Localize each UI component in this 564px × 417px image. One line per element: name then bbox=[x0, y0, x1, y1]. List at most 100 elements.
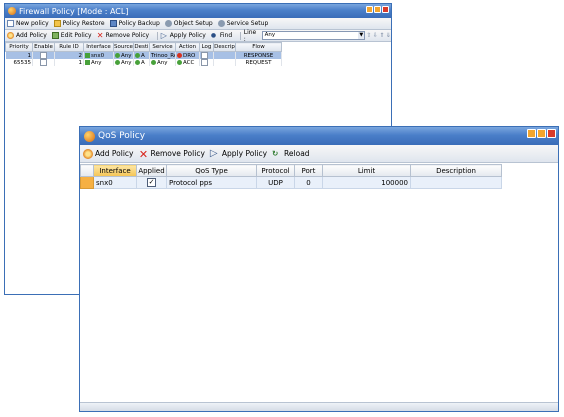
app-icon bbox=[84, 130, 95, 142]
qos-apply-policy-button[interactable]: ▷ Apply Policy bbox=[210, 148, 267, 159]
fw-remove-policy-button[interactable]: ✕ Remove Policy bbox=[97, 32, 149, 40]
log-checkbox[interactable] bbox=[201, 52, 208, 59]
find-button[interactable]: ● Find bbox=[211, 32, 232, 39]
accept-icon bbox=[177, 59, 182, 65]
table-row[interactable]: snx0 ✓ Protocol pps UDP 0 100000 bbox=[80, 176, 502, 189]
object-icon bbox=[164, 20, 172, 27]
new-page-icon bbox=[7, 20, 14, 27]
close-button[interactable] bbox=[547, 129, 556, 138]
status-bar bbox=[80, 402, 558, 411]
interface-cell: Any bbox=[83, 59, 114, 66]
service-setup-button[interactable]: Service Setup bbox=[217, 20, 268, 27]
protocol-cell[interactable]: UDP bbox=[256, 176, 295, 189]
action-cell: ACC bbox=[175, 59, 200, 66]
maximize-button[interactable] bbox=[374, 6, 381, 13]
line-dropdown[interactable]: Any ▼ bbox=[261, 31, 366, 40]
edit-icon bbox=[51, 32, 59, 39]
col-interface[interactable]: Interface bbox=[83, 42, 114, 52]
firewall-policy-table: Priority Enable Rule ID Interface Source… bbox=[5, 42, 282, 66]
dest-cell: A bbox=[133, 59, 150, 66]
fw-edit-policy-button[interactable]: Edit Policy bbox=[51, 32, 92, 39]
folder-icon bbox=[53, 20, 61, 27]
col-limit[interactable]: Limit bbox=[322, 164, 411, 177]
col-log[interactable]: Log bbox=[199, 42, 214, 52]
enable-cell bbox=[32, 59, 55, 66]
firewall-toolbar-bottom: Add Policy Edit Policy ✕ Remove Policy ▷ A… bbox=[5, 29, 391, 43]
move-bottom-icon[interactable]: ⇓ bbox=[386, 32, 391, 40]
service-icon bbox=[217, 20, 225, 27]
qos-policy-window: QoS Policy Add Policy ✕ Remove Policy ▷ Ap… bbox=[79, 126, 559, 412]
firewall-table-header: Priority Enable Rule ID Interface Source… bbox=[5, 42, 282, 52]
interface-cell: snx0 bbox=[83, 51, 114, 59]
table-row[interactable]: 65535 1 Any Any A Any ACC REQUEST bbox=[5, 59, 282, 66]
enable-checkbox[interactable] bbox=[40, 52, 47, 59]
col-enable[interactable]: Enable bbox=[32, 42, 55, 52]
description-cell[interactable] bbox=[410, 176, 502, 189]
close-button[interactable] bbox=[382, 6, 389, 13]
object-icon bbox=[151, 59, 156, 65]
col-interface[interactable]: Interface bbox=[93, 164, 137, 177]
description-cell bbox=[213, 51, 236, 59]
rule-id-cell: 1 bbox=[54, 59, 84, 66]
qos-type-cell[interactable]: Protocol pps bbox=[166, 176, 257, 189]
action-cell: DRO bbox=[175, 51, 200, 59]
drop-icon bbox=[177, 52, 182, 58]
col-protocol[interactable]: Protocol bbox=[256, 164, 295, 177]
log-checkbox[interactable] bbox=[201, 59, 208, 66]
minimize-button[interactable] bbox=[366, 6, 373, 13]
qos-remove-policy-button[interactable]: ✕ Remove Policy bbox=[138, 147, 205, 161]
limit-cell[interactable]: 100000 bbox=[322, 176, 411, 189]
service-cell: Trinoo_Re bbox=[149, 51, 176, 59]
row-selector[interactable] bbox=[80, 176, 94, 189]
object-setup-button[interactable]: Object Setup bbox=[164, 20, 213, 27]
toolbar-separator bbox=[157, 31, 158, 40]
fw-apply-policy-button[interactable]: ▷ Apply Policy bbox=[161, 32, 206, 40]
rule-id-cell: 2 bbox=[54, 51, 84, 59]
move-down-icon[interactable]: ⇩ bbox=[373, 32, 378, 40]
new-policy-button[interactable]: New policy bbox=[7, 20, 49, 27]
col-description[interactable]: Description bbox=[410, 164, 502, 177]
line-selector: Line : Any ▼ bbox=[244, 29, 366, 43]
qos-window-title: QoS Policy bbox=[98, 131, 146, 141]
flow-cell: RESPONSE bbox=[235, 51, 282, 59]
chevron-down-icon: ▼ bbox=[358, 32, 365, 39]
enable-checkbox[interactable] bbox=[40, 59, 47, 66]
reload-icon: ↻ bbox=[272, 148, 279, 158]
line-label: Line : bbox=[243, 28, 257, 43]
qos-add-policy-button[interactable]: Add Policy bbox=[83, 148, 133, 159]
col-action[interactable]: Action bbox=[175, 42, 200, 52]
move-top-icon[interactable]: ⇑ bbox=[379, 32, 384, 40]
col-rule-id[interactable]: Rule ID bbox=[54, 42, 84, 52]
col-destination[interactable]: Desti bbox=[133, 42, 150, 52]
col-priority[interactable]: Priority bbox=[5, 42, 33, 52]
fw-add-policy-button[interactable]: Add Policy bbox=[7, 32, 47, 39]
qos-reload-button[interactable]: ↻ Reload bbox=[272, 149, 310, 159]
source-cell: Any bbox=[113, 51, 134, 59]
interface-cell[interactable]: snx0 bbox=[93, 176, 137, 189]
col-description[interactable]: Descrip bbox=[213, 42, 236, 52]
firewall-titlebar[interactable]: Firewall Policy [Mode : ACL] bbox=[5, 4, 391, 18]
priority-cell: 65535 bbox=[5, 59, 33, 66]
qos-titlebar[interactable]: QoS Policy bbox=[80, 127, 558, 145]
port-cell[interactable]: 0 bbox=[294, 176, 323, 189]
log-cell bbox=[199, 51, 214, 59]
col-applied[interactable]: Applied bbox=[136, 164, 167, 177]
col-service[interactable]: Service bbox=[149, 42, 176, 52]
policy-restore-button[interactable]: Policy Restore bbox=[53, 20, 105, 27]
add-policy-icon bbox=[7, 32, 14, 39]
source-cell: Any bbox=[113, 59, 134, 66]
firewall-window-title: Firewall Policy [Mode : ACL] bbox=[19, 6, 129, 16]
applied-checkbox[interactable]: ✓ bbox=[147, 178, 156, 187]
table-row[interactable]: 1 2 snx0 Any A Trinoo_Re DRO RESPONSE bbox=[5, 51, 282, 59]
minimize-button[interactable] bbox=[527, 129, 536, 138]
col-port[interactable]: Port bbox=[294, 164, 323, 177]
move-up-icon[interactable]: ⇧ bbox=[366, 32, 371, 40]
toolbar-separator bbox=[240, 31, 241, 40]
col-source[interactable]: Source bbox=[113, 42, 134, 52]
col-flow[interactable]: Flow bbox=[235, 42, 282, 52]
policy-backup-button[interactable]: Policy Backup bbox=[109, 20, 160, 27]
col-qos-type[interactable]: QoS Type bbox=[166, 164, 257, 177]
maximize-button[interactable] bbox=[537, 129, 546, 138]
priority-cell: 1 bbox=[5, 51, 33, 59]
remove-x-icon: ✕ bbox=[138, 147, 149, 161]
